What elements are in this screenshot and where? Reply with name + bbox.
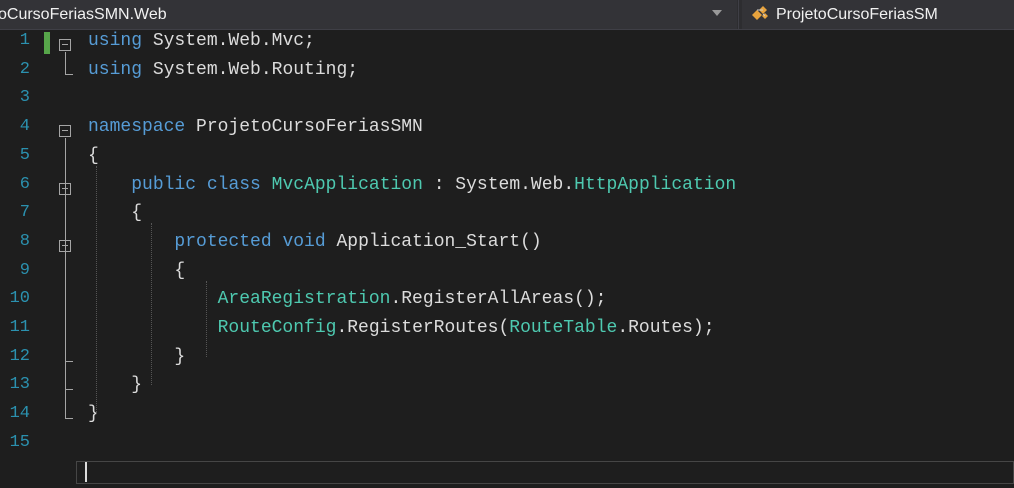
code-token: System.Web.Routing; [142, 59, 359, 80]
keyword-token: class [206, 174, 261, 195]
code-token: .Routes); [617, 318, 715, 338]
class-icon [752, 6, 768, 20]
line-number: 12 [9, 346, 30, 366]
dropdown-separator [738, 0, 739, 29]
class-dropdown[interactable]: ProjetoCursoFeriasSM [742, 0, 1014, 29]
indent-guide [151, 223, 152, 386]
line-number: 8 [19, 231, 30, 251]
keyword-token: namespace [88, 117, 186, 138]
code-token: : System.Web. [422, 174, 575, 195]
project-dropdown[interactable]: oCursoFeriasSMN.Web [0, 0, 737, 29]
code-token: { [88, 260, 186, 281]
code-token: ProjetoCursoFeriasSMN [185, 117, 423, 138]
line-number: 5 [19, 145, 30, 165]
code-line[interactable]: using System.Web.Mvc; [88, 31, 315, 51]
code-editor[interactable]: 1 2 3 4 5 6 7 8 9 10 11 12 13 14 15 using System.Web.M… [0, 30, 1014, 488]
type-token: HttpApplication [574, 174, 737, 195]
code-line[interactable]: protected void Application_Start() [88, 231, 542, 252]
keyword-token: protected [174, 231, 272, 252]
current-line-highlight [76, 461, 1014, 484]
line-number: 10 [9, 289, 30, 309]
type-token: AreaRegistration [217, 289, 391, 310]
code-line[interactable]: } [88, 347, 185, 367]
line-number: 11 [9, 318, 30, 337]
line-number: 6 [19, 174, 30, 194]
change-indicator [44, 32, 50, 54]
project-dropdown-label: oCursoFeriasSMN.Web [0, 6, 167, 23]
keyword-token: void [282, 231, 326, 252]
code-token: } [88, 346, 186, 367]
line-number: 15 [9, 432, 30, 452]
type-token: RouteConfig [217, 318, 337, 338]
line-number: 13 [9, 375, 30, 395]
code-token: .RegisterRoutes( [336, 318, 510, 338]
code-line[interactable]: namespace ProjetoCursoFeriasSMN [88, 117, 423, 137]
code-line[interactable]: public class MvcApplication : System.Web… [88, 175, 736, 195]
code-token: { [88, 145, 99, 166]
outline-line [65, 73, 73, 75]
indent-guide [96, 165, 97, 415]
code-line[interactable]: RouteConfig.RegisterRoutes(RouteTable.Ro… [88, 318, 715, 338]
keyword-token: using [88, 31, 143, 51]
line-number: 9 [19, 260, 30, 280]
outline-line [65, 252, 66, 361]
navigation-bar: oCursoFeriasSMN.Web ProjetoCursoFeriasSM [0, 0, 1014, 30]
code-token: Application_Start() [325, 231, 542, 252]
class-dropdown-label: ProjetoCursoFeriasSM [776, 6, 938, 23]
chevron-down-icon[interactable] [712, 10, 722, 16]
line-number: 1 [19, 31, 30, 50]
keyword-token: public [131, 174, 197, 195]
outline-line [65, 52, 66, 74]
line-number: 3 [19, 88, 30, 108]
type-token: RouteTable [509, 318, 618, 338]
code-line[interactable]: } [88, 404, 99, 424]
code-line[interactable]: { [88, 261, 185, 281]
outline-line [65, 360, 73, 362]
line-number: 14 [9, 404, 30, 424]
code-line[interactable]: AreaRegistration.RegisterAllAreas(); [88, 289, 607, 309]
code-line[interactable]: { [88, 146, 99, 166]
line-number: 2 [19, 59, 30, 79]
type-token: MvcApplication [271, 174, 423, 195]
line-number: 4 [19, 117, 30, 137]
keyword-token: using [88, 59, 143, 80]
code-token: .RegisterAllAreas(); [390, 289, 607, 310]
code-token: System.Web.Mvc; [142, 31, 315, 51]
outline-line [65, 389, 73, 391]
code-token: } [88, 404, 99, 425]
text-caret [85, 462, 87, 482]
collapse-toggle-icon[interactable] [59, 125, 71, 138]
code-line[interactable]: using System.Web.Routing; [88, 60, 358, 80]
line-number: 7 [19, 203, 30, 223]
collapse-toggle-icon[interactable] [59, 39, 71, 51]
outline-line [65, 418, 73, 420]
indent-guide [206, 280, 207, 357]
